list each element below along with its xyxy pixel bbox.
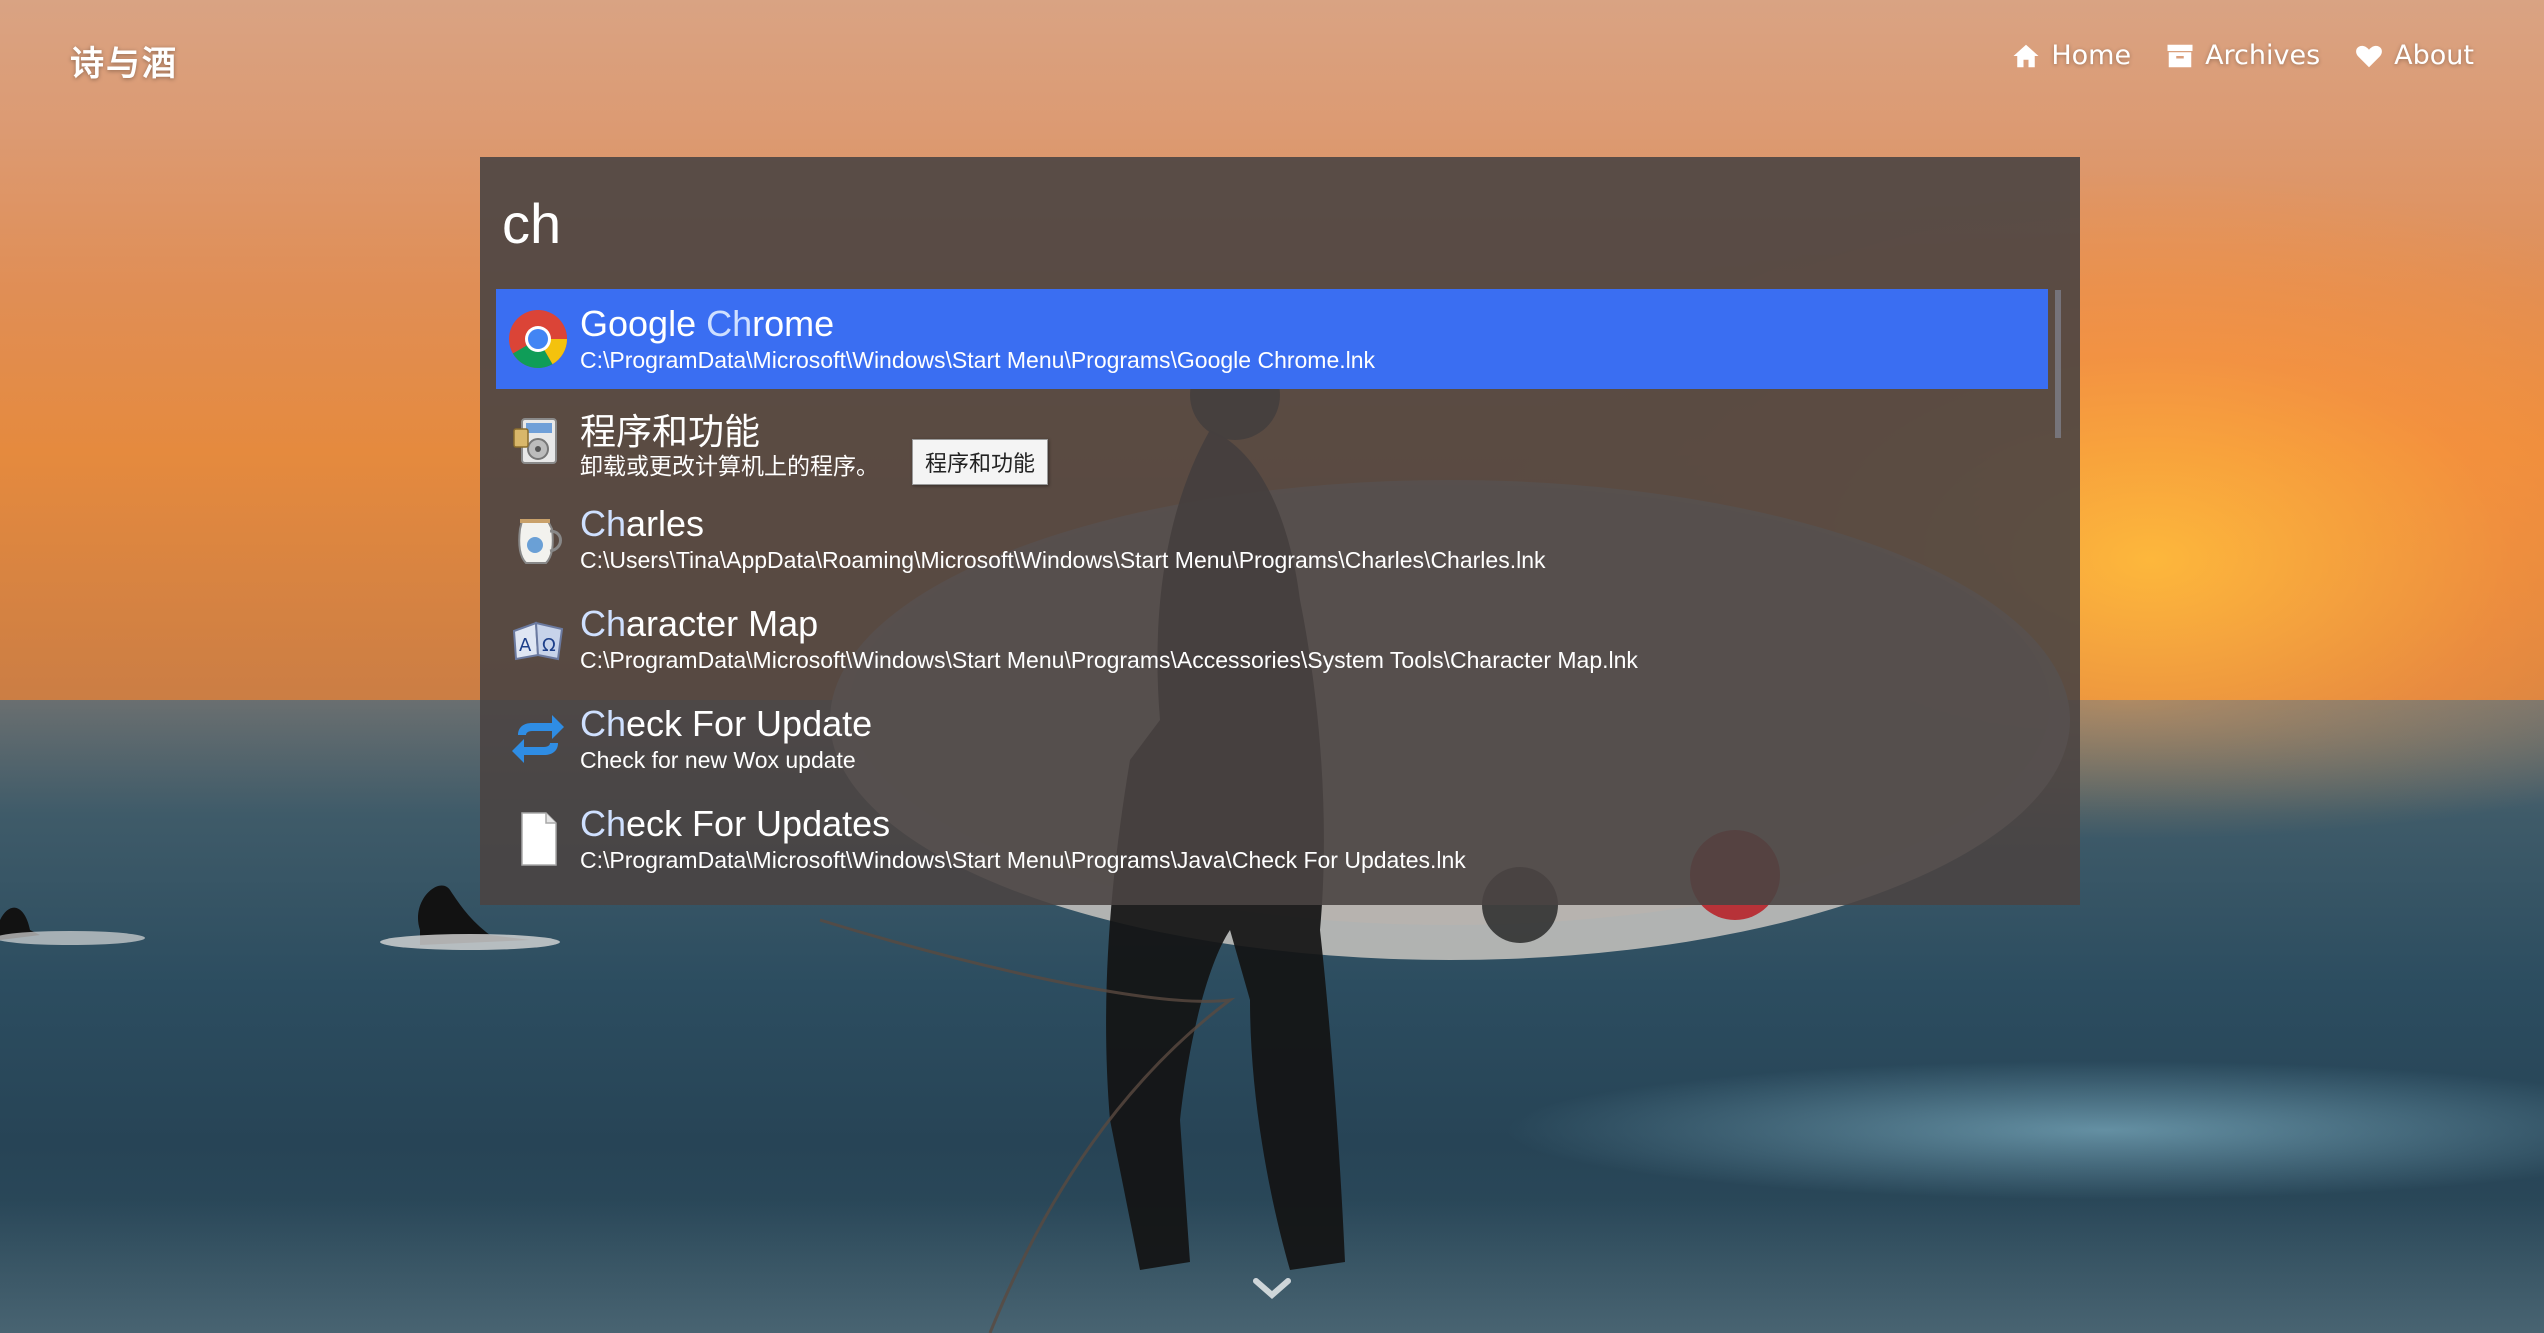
results-scrollbar[interactable]	[2055, 290, 2061, 438]
match-highlight: Ch	[580, 803, 627, 844]
nav-home[interactable]: Home	[2011, 40, 2131, 71]
nav-archives-label: Archives	[2205, 40, 2321, 71]
svg-text:Ω: Ω	[542, 635, 556, 656]
result-title-rest: rome	[752, 303, 835, 344]
character-map-icon: A Ω	[512, 621, 564, 661]
result-title-rest: eck For Update	[626, 703, 873, 744]
result-title-rest: eck For Updates	[626, 803, 891, 844]
heart-icon	[2356, 45, 2383, 67]
result-subtitle: C:\ProgramData\Microsoft\Windows\Start M…	[580, 847, 1466, 873]
result-subtitle: C:\ProgramData\Microsoft\Windows\Start M…	[580, 347, 1376, 373]
match-highlight: Ch	[580, 503, 627, 544]
update-arrows-icon	[512, 715, 564, 763]
programs-features-icon	[513, 418, 557, 464]
site-title[interactable]: 诗与酒	[70, 36, 178, 85]
result-tooltip: 程序和功能	[912, 439, 1049, 485]
chevron-down-icon[interactable]	[1252, 1275, 1292, 1303]
result-subtitle: C:\Users\Tina\AppData\Roaming\Microsoft\…	[580, 547, 1546, 573]
result-title: Check For Update	[580, 703, 872, 745]
result-item-google-chrome[interactable]: Google Chrome C:\ProgramData\Microsoft\W…	[496, 289, 2048, 389]
result-item-programs-features[interactable]: 程序和功能 卸载或更改计算机上的程序。 程序和功能	[496, 389, 2048, 489]
result-title: Google Chrome	[580, 303, 834, 345]
chrome-icon	[509, 310, 567, 368]
result-title-text: Google	[580, 303, 707, 344]
result-item-check-for-updates[interactable]: Check For Updates C:\ProgramData\Microso…	[496, 789, 2048, 889]
results-list: Google Chrome C:\ProgramData\Microsoft\W…	[496, 289, 2048, 889]
match-highlight: Ch	[580, 703, 627, 744]
nav-home-label: Home	[2051, 40, 2132, 71]
svg-text:A: A	[519, 635, 532, 656]
result-title-rest: aracter Map	[626, 603, 819, 644]
nav-about-label: About	[2394, 40, 2474, 71]
search-input[interactable]	[500, 187, 2044, 259]
result-item-charles[interactable]: Charles C:\Users\Tina\AppData\Roaming\Mi…	[496, 489, 2048, 589]
result-item-character-map[interactable]: A Ω Character Map C:\ProgramData\Microso…	[496, 589, 2048, 689]
main-nav: Home Archives About	[2011, 40, 2474, 71]
charles-jug-icon	[518, 519, 562, 564]
result-subtitle: Check for new Wox update	[580, 747, 856, 773]
result-title-text: 程序和功能	[580, 411, 761, 452]
archive-icon	[2167, 44, 2193, 67]
home-icon	[2013, 44, 2039, 67]
wox-launcher: Google Chrome C:\ProgramData\Microsoft\W…	[480, 157, 2080, 905]
result-item-check-for-update[interactable]: Check For Update Check for new Wox updat…	[496, 689, 2048, 789]
result-title-rest: arles	[626, 503, 705, 544]
nav-about[interactable]: About	[2354, 40, 2474, 71]
result-subtitle: 卸载或更改计算机上的程序。	[580, 453, 879, 479]
file-icon	[521, 812, 557, 866]
match-highlight: Ch	[706, 303, 753, 344]
result-title: Character Map	[580, 603, 818, 645]
result-title: Charles	[580, 503, 704, 545]
result-subtitle: C:\ProgramData\Microsoft\Windows\Start M…	[580, 647, 1638, 673]
match-highlight: Ch	[580, 603, 627, 644]
result-title: Check For Updates	[580, 803, 890, 845]
nav-archives[interactable]: Archives	[2165, 40, 2320, 71]
